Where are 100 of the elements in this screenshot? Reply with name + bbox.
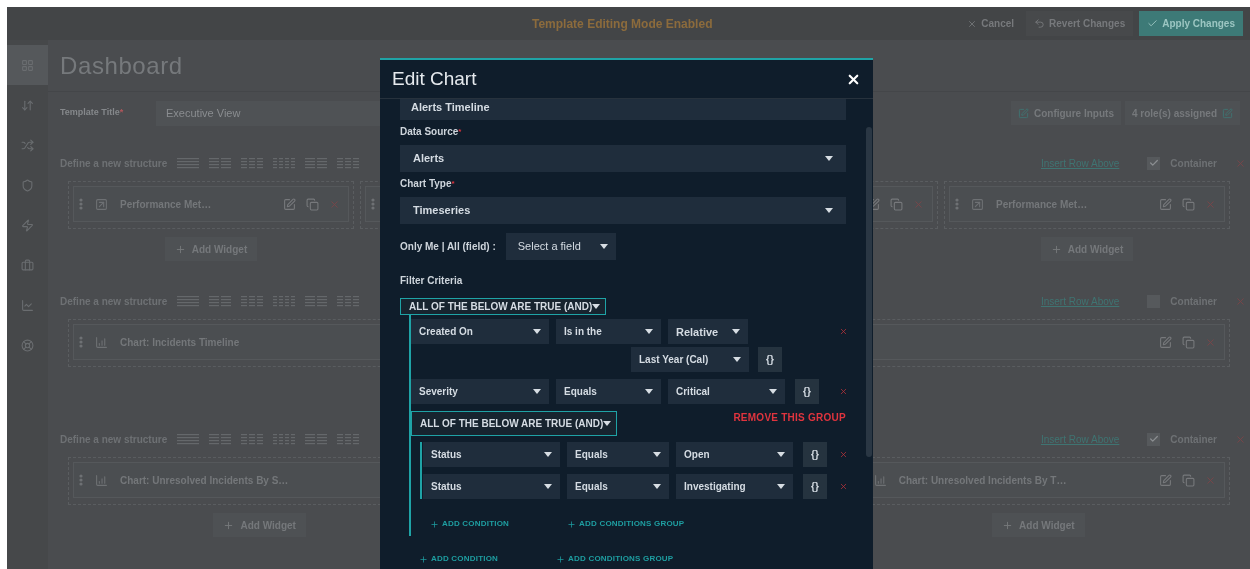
layout-option-icon[interactable] (305, 295, 328, 307)
layout-option-icon[interactable] (209, 157, 232, 169)
delete-icon[interactable] (1205, 198, 1216, 210)
delete-icon[interactable] (1205, 336, 1216, 348)
plus-icon (556, 554, 566, 564)
copy-icon[interactable] (1182, 473, 1195, 487)
plus-icon (223, 519, 235, 531)
select-field[interactable]: Select a field (505, 233, 616, 260)
bar-chart-icon (873, 473, 887, 487)
undo-icon (1034, 18, 1046, 29)
layout-option-icon[interactable] (273, 157, 296, 169)
layout-option-icon[interactable] (337, 433, 360, 445)
variable-button[interactable]: {} (758, 347, 782, 372)
operator-dropdown[interactable]: Equals (556, 379, 661, 404)
drag-handle-icon[interactable] (79, 474, 83, 486)
variable-button[interactable]: {} (795, 379, 819, 404)
operator-dropdown[interactable]: Equals (567, 474, 669, 499)
remove-condition-icon[interactable] (839, 327, 848, 336)
value-dropdown[interactable]: Critical (668, 379, 785, 404)
delete-icon[interactable] (913, 198, 924, 210)
value-dropdown[interactable]: Investigating (676, 474, 793, 499)
operator-dropdown[interactable]: Is in the (556, 319, 661, 344)
check-icon (1148, 434, 1159, 444)
delete-icon[interactable] (329, 198, 340, 210)
layout-option-icon[interactable] (241, 157, 264, 169)
add-group-link[interactable]: ADD CONDITIONS GROUP (556, 553, 674, 565)
layout-option-icon[interactable] (241, 295, 264, 307)
layout-option-icon[interactable] (241, 433, 264, 445)
delete-row-icon[interactable] (1235, 157, 1246, 169)
layout-option-icon[interactable] (177, 433, 200, 445)
edit-icon[interactable] (1159, 335, 1172, 349)
remove-group-button[interactable]: REMOVE THIS GROUP (733, 410, 846, 425)
delete-row-icon[interactable] (1235, 433, 1246, 445)
value-dropdown[interactable]: Open (676, 442, 793, 467)
plus-icon (1002, 519, 1014, 531)
drag-handle-icon[interactable] (79, 198, 83, 210)
drag-handle-icon[interactable] (371, 198, 375, 210)
edit-icon (1222, 107, 1233, 119)
sidebar-item[interactable] (7, 45, 48, 85)
bar-chart-icon (95, 473, 108, 487)
edit-icon[interactable] (1159, 197, 1172, 211)
remove-condition-icon[interactable] (839, 450, 848, 459)
field-label: Chart Type* (400, 178, 456, 190)
add-condition-link[interactable]: ADD CONDITION (430, 518, 510, 530)
operator-dropdown[interactable]: Equals (567, 442, 669, 467)
value-dropdown[interactable]: Last Year (Cal) (631, 347, 749, 372)
caret-icon (533, 329, 541, 334)
caret-icon (544, 484, 552, 489)
caret-icon (544, 452, 552, 457)
field-dropdown[interactable]: Severity (411, 379, 549, 404)
shield-icon (21, 178, 34, 192)
plus-icon (1050, 243, 1062, 255)
field-label: Data Source* (400, 126, 463, 138)
layout-option-icon[interactable] (209, 295, 232, 307)
copy-icon[interactable] (890, 197, 903, 211)
select-field[interactable]: Timeseries (400, 197, 846, 224)
copy-icon[interactable] (1182, 335, 1195, 349)
dialog-title: Edit Chart (392, 66, 477, 91)
editing-mode-title: Template Editing Mode Enabled (532, 15, 713, 33)
layout-option-icon[interactable] (209, 433, 232, 445)
layout-option-icon[interactable] (305, 433, 328, 445)
briefcase-icon (21, 258, 34, 272)
field-dropdown[interactable]: Status (423, 474, 560, 499)
layout-option-icon[interactable] (177, 295, 200, 307)
remove-condition-icon[interactable] (839, 482, 848, 491)
value-dropdown[interactable]: Relative (668, 319, 748, 344)
drag-handle-icon[interactable] (79, 336, 83, 348)
group-operator-dropdown[interactable]: ALL OF THE BELOW ARE TRUE (AND) (411, 411, 617, 436)
delete-icon[interactable] (1205, 474, 1216, 486)
select-field[interactable]: Alerts (400, 145, 846, 172)
copy-icon[interactable] (306, 197, 319, 211)
container-checkbox[interactable] (1147, 432, 1161, 446)
add-group-link[interactable]: ADD CONDITIONS GROUP (567, 518, 685, 530)
copy-icon[interactable] (1182, 197, 1195, 211)
edit-icon[interactable] (283, 197, 296, 211)
layout-option-icon[interactable] (273, 433, 296, 445)
remove-condition-icon[interactable] (839, 387, 848, 396)
layout-option-icon[interactable] (273, 295, 296, 307)
layout-option-icon[interactable] (305, 157, 328, 169)
field-dropdown[interactable]: Created On (411, 319, 549, 344)
bar-chart-icon (95, 335, 108, 349)
add-condition-link[interactable]: ADD CONDITION (419, 553, 499, 565)
caret-icon (603, 421, 612, 426)
layout-option-icon[interactable] (177, 157, 200, 169)
caret-icon (777, 484, 785, 489)
variable-button[interactable]: {} (803, 442, 827, 467)
title-field[interactable]: Alerts Timeline (400, 99, 846, 120)
delete-row-icon[interactable] (1235, 295, 1246, 307)
edit-icon[interactable] (1159, 473, 1172, 487)
drag-handle-icon[interactable] (955, 198, 959, 210)
group-operator-dropdown[interactable]: ALL OF THE BELOW ARE TRUE (AND) (400, 298, 606, 315)
layout-option-icon[interactable] (337, 157, 360, 169)
container-checkbox[interactable] (1147, 156, 1161, 170)
template-title-label: Template Title* (60, 106, 125, 120)
scrollbar[interactable] (866, 127, 872, 457)
caret-icon (645, 389, 653, 394)
field-dropdown[interactable]: Status (423, 442, 560, 467)
variable-button[interactable]: {} (803, 474, 827, 499)
check-icon (1147, 18, 1159, 29)
layout-option-icon[interactable] (337, 295, 360, 307)
